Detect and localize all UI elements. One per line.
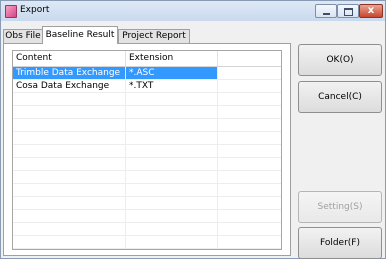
empty-cell — [218, 197, 281, 209]
empty-cell — [13, 93, 126, 105]
empty-table-row — [13, 132, 281, 145]
table-row[interactable]: Cosa Data Exchange *.TXT — [13, 80, 281, 93]
empty-cell — [126, 210, 218, 222]
empty-cell — [13, 106, 126, 118]
empty-cell — [13, 158, 126, 170]
empty-cell — [218, 145, 281, 157]
setting-button[interactable]: Setting(S) — [298, 191, 382, 223]
empty-cell — [13, 171, 126, 183]
cell-extension: *.TXT — [126, 80, 218, 92]
empty-cell — [218, 132, 281, 144]
empty-cell — [13, 119, 126, 131]
empty-cell — [126, 223, 218, 235]
column-header-extension[interactable]: Extension — [126, 51, 218, 66]
empty-cell — [126, 93, 218, 105]
tab-panel: Content Extension Trimble Data Exchange *… — [3, 43, 291, 256]
cell-extension: *.ASC — [126, 67, 218, 79]
empty-cell — [126, 171, 218, 183]
empty-cell — [126, 106, 218, 118]
empty-table-row — [13, 236, 281, 249]
empty-cell — [13, 223, 126, 235]
title-bar[interactable]: Export x — [1, 1, 385, 21]
minimize-button[interactable] — [315, 4, 337, 18]
empty-cell — [218, 210, 281, 222]
empty-cell — [218, 80, 281, 92]
minimize-icon — [323, 13, 330, 15]
empty-cell — [126, 236, 218, 248]
column-header-empty — [218, 51, 281, 66]
empty-table-row — [13, 223, 281, 236]
close-button[interactable]: x — [359, 4, 383, 18]
empty-table-row — [13, 197, 281, 210]
cell-content: Trimble Data Exchange — [13, 67, 126, 79]
empty-cell — [126, 197, 218, 209]
table-header: Content Extension — [13, 51, 281, 67]
empty-cell — [218, 184, 281, 196]
empty-cell — [218, 93, 281, 105]
empty-table-row — [13, 119, 281, 132]
tab-project-report[interactable]: Project Report — [118, 29, 190, 43]
app-icon — [5, 5, 17, 18]
tab-obs-file[interactable]: Obs File — [3, 29, 43, 43]
empty-cell — [126, 184, 218, 196]
cell-content: Cosa Data Exchange — [13, 80, 126, 92]
empty-table-row — [13, 93, 281, 106]
empty-cell — [218, 236, 281, 248]
column-header-content[interactable]: Content — [13, 51, 126, 66]
empty-cell — [13, 210, 126, 222]
empty-cell — [218, 158, 281, 170]
empty-cell — [218, 223, 281, 235]
empty-cell — [218, 106, 281, 118]
ok-button[interactable]: OK(O) — [298, 44, 382, 76]
empty-table-row — [13, 210, 281, 223]
empty-cell — [13, 197, 126, 209]
empty-cell — [13, 132, 126, 144]
empty-cell — [218, 119, 281, 131]
cancel-button[interactable]: Cancel(C) — [298, 81, 382, 113]
empty-table-row — [13, 145, 281, 158]
empty-cell — [218, 171, 281, 183]
empty-table-row — [13, 158, 281, 171]
folder-button[interactable]: Folder(F) — [298, 227, 382, 259]
empty-table-row — [13, 171, 281, 184]
close-icon: x — [367, 5, 375, 16]
empty-cell — [13, 236, 126, 248]
export-dialog: Export x Obs File Baseline Result Projec… — [0, 0, 386, 259]
empty-cell — [218, 67, 281, 79]
maximize-icon — [344, 8, 353, 16]
empty-cell — [126, 119, 218, 131]
table-row[interactable]: Trimble Data Exchange *.ASC — [13, 67, 281, 80]
empty-cell — [126, 158, 218, 170]
window-title: Export — [20, 5, 50, 15]
empty-cell — [13, 145, 126, 157]
tab-baseline-result[interactable]: Baseline Result — [42, 26, 118, 44]
empty-cell — [13, 184, 126, 196]
empty-table-row — [13, 106, 281, 119]
export-format-table: Content Extension Trimble Data Exchange *… — [12, 50, 282, 250]
maximize-button[interactable] — [337, 4, 359, 18]
empty-table-row — [13, 184, 281, 197]
empty-cell — [126, 132, 218, 144]
empty-cell — [126, 145, 218, 157]
